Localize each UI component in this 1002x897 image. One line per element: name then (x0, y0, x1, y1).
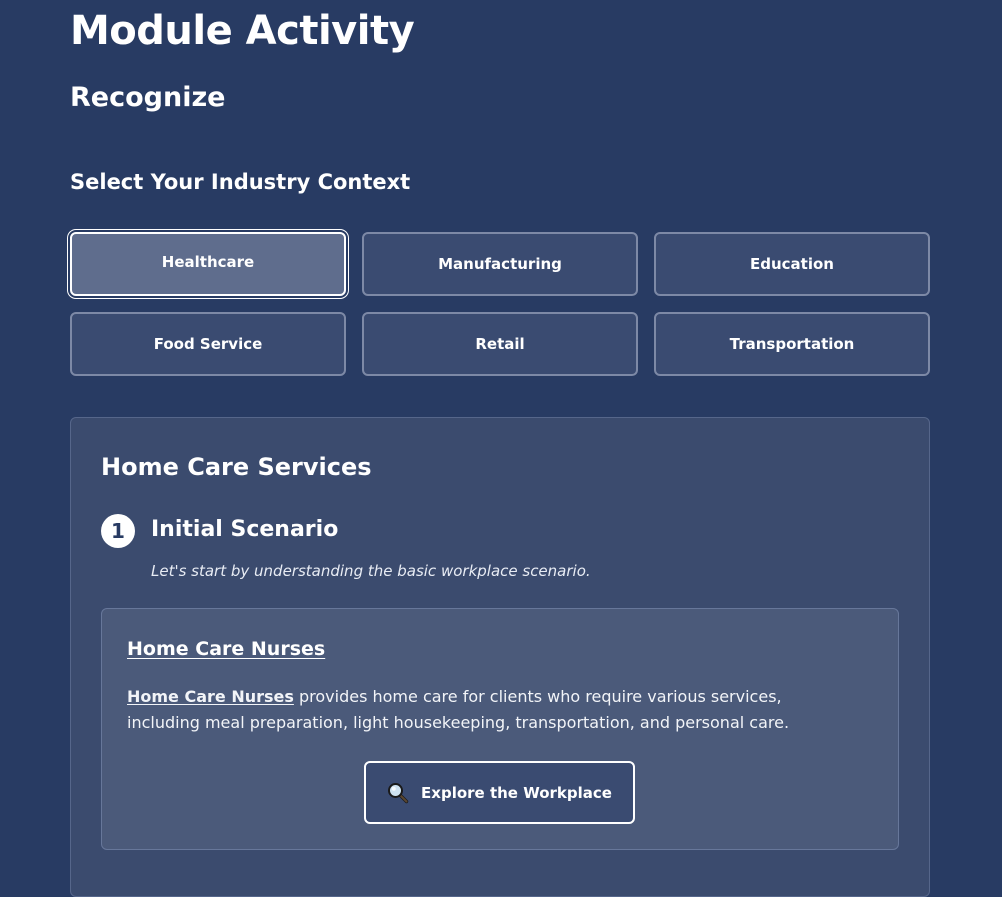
magnifying-glass-icon (387, 782, 409, 804)
page-subtitle: Recognize (70, 82, 226, 113)
industry-option-education[interactable]: Education (654, 232, 930, 296)
industry-option-manufacturing[interactable]: Manufacturing (362, 232, 638, 296)
industry-option-retail[interactable]: Retail (362, 312, 638, 376)
scenario-card: Home Care Services 1 Initial Scenario Le… (70, 417, 930, 897)
industry-context-heading: Select Your Industry Context (70, 170, 411, 194)
company-name-inline: Home Care Nurses (127, 687, 294, 706)
industry-options-grid: Healthcare Manufacturing Education Food … (70, 232, 930, 376)
industry-option-healthcare[interactable]: Healthcare (70, 232, 346, 296)
industry-option-food-service[interactable]: Food Service (70, 312, 346, 376)
industry-option-transportation[interactable]: Transportation (654, 312, 930, 376)
company-info-card: Home Care Nurses Home Care Nurses provid… (101, 608, 899, 850)
company-description: Home Care Nurses provides home care for … (127, 684, 847, 736)
step-title: Initial Scenario (151, 517, 339, 542)
explore-workplace-label: Explore the Workplace (421, 783, 612, 802)
explore-workplace-button[interactable]: Explore the Workplace (364, 761, 635, 824)
step-number-badge: 1 (101, 514, 135, 548)
step-description: Let's start by understanding the basic w… (151, 562, 591, 580)
page-title: Module Activity (70, 8, 415, 54)
scenario-card-title: Home Care Services (101, 453, 372, 481)
company-name-heading: Home Care Nurses (127, 638, 326, 660)
